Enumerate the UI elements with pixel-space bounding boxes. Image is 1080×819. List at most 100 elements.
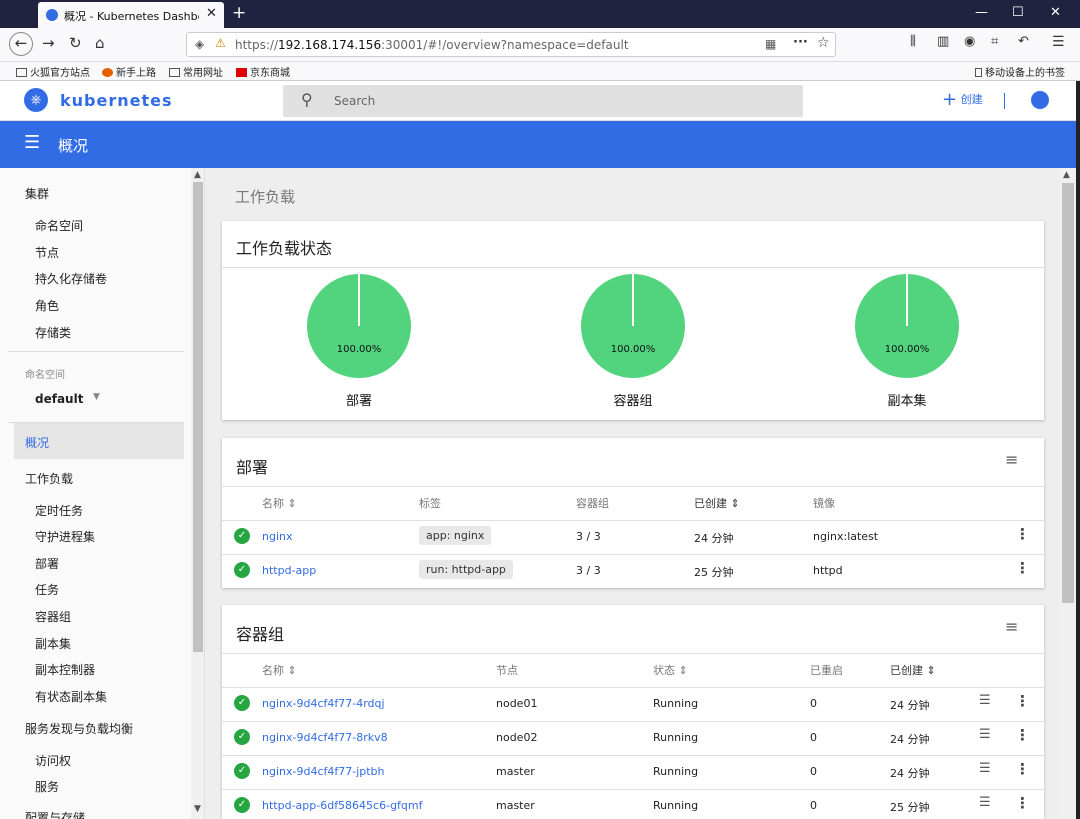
logs-icon[interactable]: ☰ [979, 693, 991, 708]
pod-name-link[interactable]: nginx-9d4cf4f77-8rkv8 [262, 731, 388, 744]
scroll-up-icon[interactable]: ▲ [1063, 170, 1070, 180]
qr-code-icon[interactable]: ▦ [765, 37, 776, 51]
sidebar-heading-discovery[interactable]: 服务发现与负载均衡 [25, 720, 133, 737]
column-header-status[interactable]: 状态 ⇕ [653, 662, 688, 678]
sidebar-item-daemonsets[interactable]: 守护进程集 [35, 528, 95, 545]
sidebar-item-services[interactable]: 服务 [35, 778, 59, 795]
bookmark-item[interactable]: 新手上路 [102, 64, 156, 79]
more-vert-icon[interactable]: ⋮ [1015, 525, 1030, 543]
sidebar-item-ingresses[interactable]: 访问权 [35, 752, 71, 769]
brand-name[interactable]: kubernetes [60, 91, 173, 110]
sidebar-item-nodes[interactable]: 节点 [35, 244, 59, 261]
account-sync-icon[interactable]: ◉ [964, 34, 975, 49]
search-bar[interactable]: ⚲ Search [283, 85, 803, 117]
status-ok-icon: ✓ [234, 695, 250, 711]
page-title: 概况 [58, 137, 89, 155]
url-text[interactable]: https://192.168.174.156:30001/#!/overvie… [235, 38, 629, 52]
create-button[interactable]: + 创建 [942, 89, 983, 110]
undo-icon[interactable]: ↶ [1018, 34, 1029, 49]
browser-menu-icon[interactable]: ☰ [1052, 34, 1065, 50]
maximize-icon[interactable]: ☐ [1012, 5, 1024, 20]
sidebar-item-namespaces[interactable]: 命名空间 [35, 217, 83, 234]
forward-icon[interactable]: → [42, 34, 55, 52]
main-scrollbar-thumb[interactable] [1062, 183, 1074, 603]
back-icon[interactable]: ← [9, 32, 33, 56]
more-vert-icon[interactable]: ⋮ [1015, 726, 1030, 744]
bookmark-star-icon[interactable]: ☆ [817, 35, 830, 51]
sidebar-item-replication-controllers[interactable]: 副本控制器 [35, 661, 95, 678]
close-window-icon[interactable]: ✕ [1050, 5, 1061, 20]
mobile-bookmarks[interactable]: 移动设备上的书签 [975, 64, 1065, 79]
pods-pie-chart[interactable] [581, 274, 685, 378]
kubernetes-logo-icon[interactable]: ⎈ [24, 88, 48, 112]
scroll-up-icon[interactable]: ▲ [194, 170, 201, 180]
search-input[interactable]: Search [334, 94, 375, 108]
pod-status: Running [653, 799, 699, 812]
filter-icon[interactable]: ≡ [1005, 617, 1018, 636]
reload-icon[interactable]: ↻ [69, 34, 82, 52]
created-age: 24 分钟 [890, 699, 930, 712]
sidebar-heading-workloads[interactable]: 工作负载 [25, 470, 73, 487]
close-tab-icon[interactable]: ✕ [206, 6, 217, 21]
pod-node: node02 [496, 731, 538, 744]
logs-icon[interactable]: ☰ [979, 761, 991, 776]
sidebar-item-statefulsets[interactable]: 有状态副本集 [35, 688, 107, 705]
header-divider [1004, 93, 1005, 109]
sidebar-heading-cluster[interactable]: 集群 [25, 185, 49, 202]
sidebar-item-pods[interactable]: 容器组 [35, 608, 71, 625]
more-vert-icon[interactable]: ⋮ [1015, 559, 1030, 577]
pod-name-link[interactable]: nginx-9d4cf4f77-jptbh [262, 765, 385, 778]
sidebar-item-storage-classes[interactable]: 存储类 [35, 324, 71, 341]
home-icon[interactable]: ⌂ [95, 34, 105, 52]
divider [222, 755, 1044, 756]
bookmark-item[interactable]: 京东商城 [236, 64, 290, 79]
browser-tab[interactable]: 概况 - Kubernetes Dashboard ✕ [38, 2, 224, 28]
sidebar-item-label: 概况 [25, 436, 50, 450]
pod-name-link[interactable]: nginx-9d4cf4f77-4rdqj [262, 697, 385, 710]
screenshot-icon[interactable]: ⌗ [991, 34, 998, 49]
bookmark-item[interactable]: 火狐官方站点 [16, 64, 90, 79]
created-age: 24 分钟 [694, 532, 734, 545]
bookmark-item[interactable]: 常用网址 [169, 64, 223, 79]
deployment-name-link[interactable]: nginx [262, 530, 293, 543]
deployments-pie-chart[interactable] [307, 274, 411, 378]
pod-name-link[interactable]: httpd-app-6df58645c6-gfqmf [262, 799, 423, 812]
sort-icon: ⇕ [730, 497, 740, 510]
filter-icon[interactable]: ≡ [1005, 450, 1018, 469]
deployment-name-link[interactable]: httpd-app [262, 564, 316, 577]
pod-node: master [496, 765, 535, 778]
sidebar-item-roles[interactable]: 角色 [35, 297, 59, 314]
new-tab-icon[interactable]: + [232, 3, 246, 23]
scroll-down-icon[interactable]: ▼ [194, 804, 201, 814]
column-header-created[interactable]: 已创建 ⇕ [890, 662, 936, 678]
workload-status-card: 工作负载状态 100.00% 部署 100.00% 容器组 100.00% 副本… [222, 221, 1044, 420]
sidebar-item-persistent-volumes[interactable]: 持久化存储卷 [35, 270, 107, 287]
replicasets-pie-chart[interactable] [855, 274, 959, 378]
sidebar-scrollbar-thumb[interactable] [193, 182, 203, 652]
divider [222, 789, 1044, 790]
column-header-name[interactable]: 名称 ⇕ [262, 495, 297, 511]
column-header-created[interactable]: 已创建 ⇕ [694, 495, 740, 511]
library-icon[interactable]: ⫼ [910, 34, 916, 49]
logs-icon[interactable]: ☰ [979, 727, 991, 742]
more-vert-icon[interactable]: ⋮ [1015, 692, 1030, 710]
pod-status: Running [653, 697, 699, 710]
namespace-select[interactable]: default ▼ [35, 390, 105, 408]
account-icon[interactable] [1031, 91, 1049, 109]
url-bar[interactable]: ◈ ⚠ https://192.168.174.156:30001/#!/ove… [186, 32, 836, 57]
sidebar-item-jobs[interactable]: 任务 [35, 581, 59, 598]
insecure-lock-icon[interactable]: ⚠ [215, 36, 226, 50]
sidebar-toggle-icon[interactable]: ▥ [937, 34, 949, 49]
hamburger-menu-icon[interactable]: ☰ [24, 132, 40, 153]
column-header-name[interactable]: 名称 ⇕ [262, 662, 297, 678]
sidebar-item-deployments[interactable]: 部署 [35, 555, 59, 572]
sidebar-item-overview[interactable]: 概况 [14, 423, 184, 459]
more-vert-icon[interactable]: ⋮ [1015, 794, 1030, 812]
sidebar-heading-config[interactable]: 配置与存储 [25, 809, 85, 819]
sidebar-item-cronjobs[interactable]: 定时任务 [35, 502, 83, 519]
page-actions-icon[interactable]: ··· [793, 35, 808, 50]
more-vert-icon[interactable]: ⋮ [1015, 760, 1030, 778]
sidebar-item-replicasets[interactable]: 副本集 [35, 635, 71, 652]
logs-icon[interactable]: ☰ [979, 795, 991, 810]
minimize-icon[interactable]: — [975, 5, 988, 20]
